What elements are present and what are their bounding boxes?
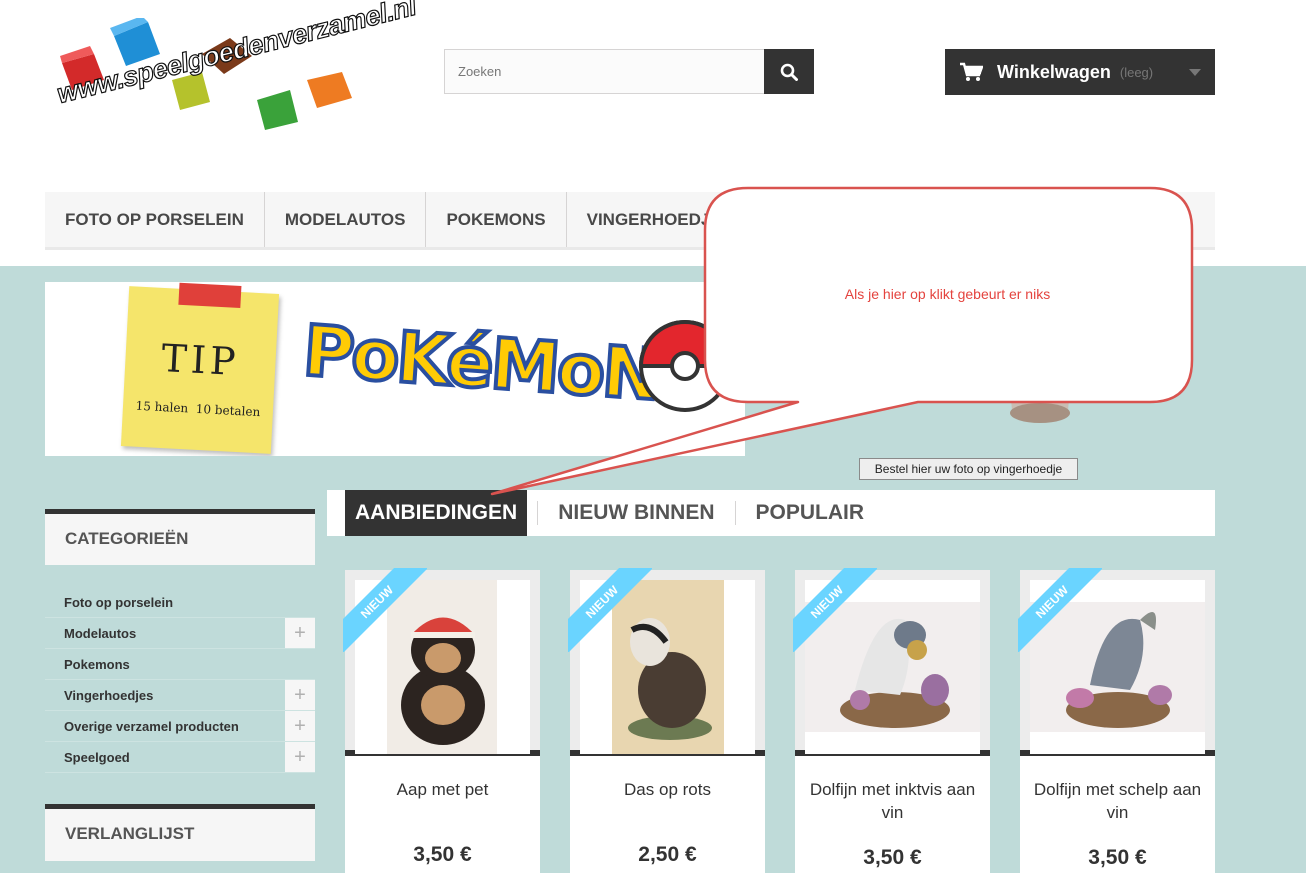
note-tape (178, 282, 242, 309)
note-subtitle: 15 halen 10 betalen (135, 398, 261, 420)
site-logo[interactable]: www.speelgoedenverzamel.nl (52, 0, 420, 142)
category-label: Speelgoed (64, 749, 130, 765)
top-menu: FOTO OP PORSELEIN MODELAUTOS POKEMONS VI… (45, 192, 1215, 250)
tab-populair[interactable]: POPULAIR (746, 490, 875, 536)
categories-title: CATEGORIEËN (45, 509, 315, 565)
ribbon-label: NIEUW (793, 568, 877, 652)
category-pokemons[interactable]: Pokemons (45, 649, 315, 680)
category-label: Foto op porselein (64, 594, 174, 610)
product-card[interactable]: NIEUW Das op rots 2,50 € (568, 568, 765, 873)
search-icon (780, 63, 798, 81)
menu-item-foto-op-porselein[interactable]: FOTO OP PORSELEIN (45, 192, 265, 247)
menu-item-modelautos[interactable]: MODELAUTOS (265, 192, 427, 247)
category-overige-verzamel-producten[interactable]: Overige verzamel producten + (45, 711, 315, 742)
ribbon-label: NIEUW (1018, 568, 1102, 652)
tab-divider (537, 501, 539, 525)
promo-banner[interactable]: TIP 15 halen 10 betalen PoKéMoN (45, 282, 745, 456)
product-price: 3,50 € (1088, 846, 1147, 869)
product-name[interactable]: Aap met pet (345, 778, 540, 801)
new-ribbon: NIEUW (568, 568, 652, 652)
expand-plus-icon[interactable]: + (285, 618, 315, 648)
product-card[interactable]: NIEUW Aap met pet 3,50 € (343, 568, 540, 873)
product-name[interactable]: Dolfijn met schelp aan vin (1020, 778, 1215, 824)
shopping-cart-icon (960, 62, 983, 81)
category-label: Overige verzamel producten (64, 718, 239, 734)
category-label: Modelautos (64, 625, 137, 641)
search-button[interactable] (764, 49, 814, 94)
product-name[interactable]: Dolfijn met inktvis aan vin (795, 778, 990, 824)
chevron-down-icon[interactable] (1189, 69, 1201, 76)
search-bar (444, 49, 814, 94)
pokeball-icon (638, 320, 732, 412)
tab-aanbiedingen[interactable]: AANBIEDINGEN (345, 490, 528, 536)
cart-status: (leeg) (1119, 64, 1154, 80)
tab-divider (734, 501, 736, 525)
tip-sticky-note: TIP 15 halen 10 betalen (120, 282, 280, 454)
ribbon-label: NIEUW (343, 568, 427, 652)
category-label: Pokemons (64, 656, 130, 672)
menu-item-pokemons[interactable]: POKEMONS (426, 192, 567, 247)
product-price: 3,50 € (863, 846, 922, 869)
categories-list: Foto op porselein Modelautos + Pokemons V… (45, 587, 315, 773)
pokemon-logo: PoKéMoN (299, 308, 663, 419)
product-tabs: AANBIEDINGEN NIEUW BINNEN POPULAIR (327, 490, 1215, 536)
category-modelautos[interactable]: Modelautos + (45, 618, 315, 649)
note-title: TIP (160, 336, 241, 385)
wishlist-title[interactable]: VERLANGLIJST (45, 804, 315, 861)
product-price: 3,50 € (413, 843, 472, 866)
category-speelgoed[interactable]: Speelgoed + (45, 742, 315, 773)
expand-plus-icon[interactable]: + (285, 680, 315, 710)
product-card[interactable]: NIEUW Dolfijn met schelp aan vin 3,50 € (1018, 568, 1215, 873)
annotation-text: Als je hier op klikt gebeurt er niks (844, 286, 1051, 302)
search-input[interactable] (444, 49, 764, 94)
menu-item-vingerhoedjes[interactable]: VINGERHOEDJES (567, 192, 753, 247)
order-photo-thimble-button[interactable]: Bestel hier uw foto op vingerhoedje (859, 458, 1078, 480)
category-foto-op-porselein[interactable]: Foto op porselein (45, 587, 315, 618)
new-ribbon: NIEUW (343, 568, 427, 652)
expand-plus-icon[interactable]: + (285, 742, 315, 772)
category-vingerhoedjes[interactable]: Vingerhoedjes + (45, 680, 315, 711)
product-card[interactable]: NIEUW Dolfijn met inktvis aan vin 3,50 € (793, 568, 990, 873)
thimble-image (1010, 382, 1070, 423)
ribbon-label: NIEUW (568, 568, 652, 652)
new-ribbon: NIEUW (1018, 568, 1102, 652)
product-name[interactable]: Das op rots (570, 778, 765, 801)
cart-button[interactable]: Winkelwagen (leeg) (945, 49, 1215, 95)
tab-nieuw-binnen[interactable]: NIEUW BINNEN (548, 490, 724, 536)
cart-title: Winkelwagen (997, 61, 1111, 82)
expand-plus-icon[interactable]: + (285, 711, 315, 741)
product-price: 2,50 € (638, 843, 697, 866)
new-ribbon: NIEUW (793, 568, 877, 652)
category-label: Vingerhoedjes (64, 687, 154, 703)
